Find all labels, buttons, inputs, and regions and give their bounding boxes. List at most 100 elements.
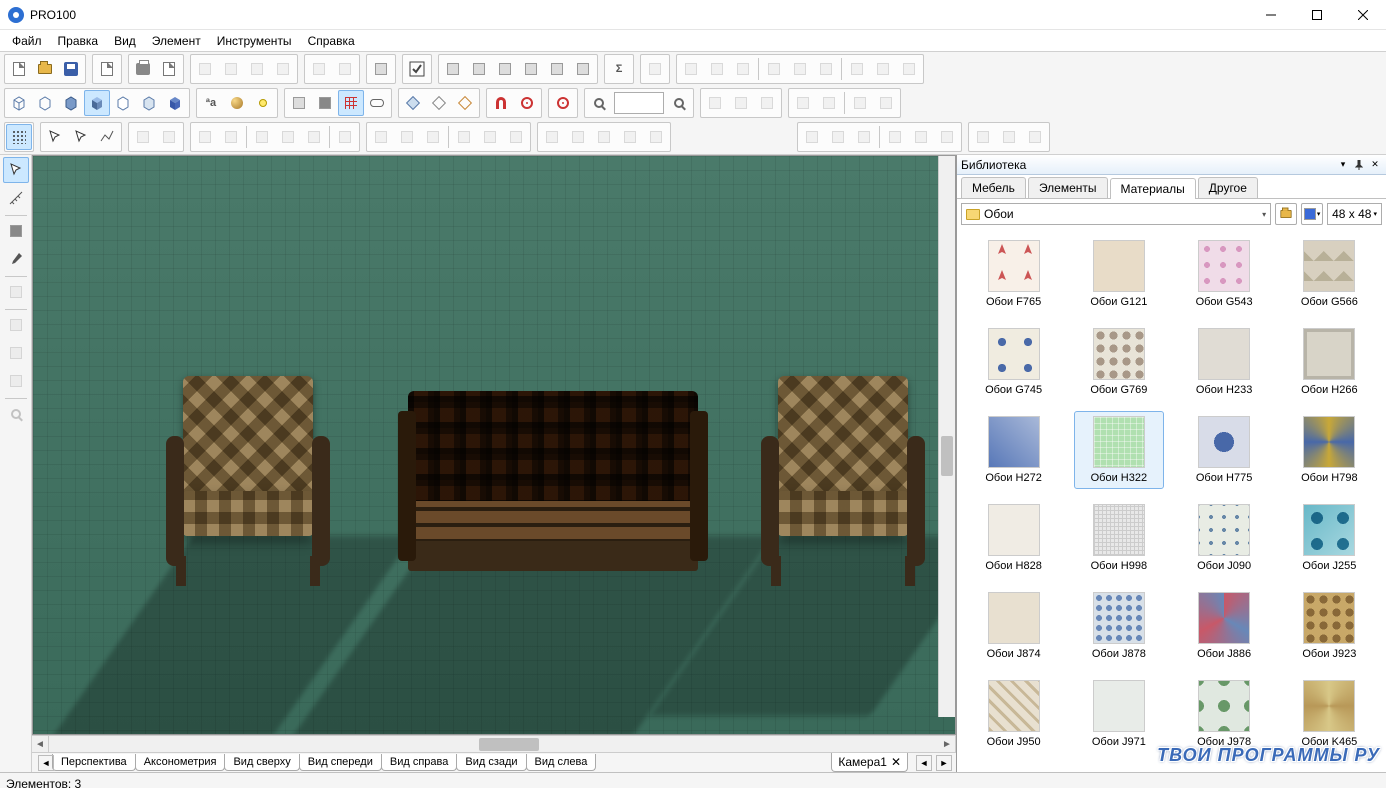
tab-top[interactable]: Вид сверху	[224, 754, 299, 771]
viewport[interactable]	[32, 155, 956, 735]
tab-nav-next[interactable]: ►	[936, 755, 952, 771]
toolbar-btn-i3[interactable]	[851, 124, 877, 150]
toolbar-btn-c1[interactable]	[286, 90, 312, 116]
armchair-left[interactable]	[158, 376, 338, 586]
material-item[interactable]: Обои J090	[1179, 499, 1269, 577]
copy-button[interactable]	[218, 56, 244, 82]
toolbar-btn-h3[interactable]	[591, 124, 617, 150]
toolbar-btn-h4[interactable]	[617, 124, 643, 150]
material-item[interactable]: Обои J923	[1284, 587, 1374, 665]
material-item[interactable]: Обои H233	[1179, 323, 1269, 401]
toolbar-btn-b3[interactable]	[492, 56, 518, 82]
open-file-button[interactable]	[32, 56, 58, 82]
tool-shape2[interactable]	[3, 312, 29, 338]
toolbar-btn-b1[interactable]	[440, 56, 466, 82]
toolbar-btn-d1[interactable]	[400, 90, 426, 116]
material-item[interactable]: Обои H828	[969, 499, 1059, 577]
tool-measure[interactable]	[3, 185, 29, 211]
rotate-right-button[interactable]	[218, 124, 244, 150]
toolbar-btn-j1[interactable]	[970, 124, 996, 150]
library-path-selector[interactable]: Обои ▾	[961, 203, 1271, 225]
view-wire-button[interactable]	[6, 90, 32, 116]
material-item[interactable]: Обои H322	[1074, 411, 1164, 489]
light-button[interactable]	[250, 90, 276, 116]
armchair-right[interactable]	[753, 376, 933, 586]
tab-nav-prev[interactable]: ◄	[916, 755, 932, 771]
toolbar-btn-f2[interactable]	[156, 124, 182, 150]
menu-file[interactable]: Файл	[4, 31, 50, 51]
snap-grid-button[interactable]	[6, 124, 32, 150]
select-button[interactable]	[42, 124, 68, 150]
material-item[interactable]: Обои K465	[1284, 675, 1374, 753]
align-front-button[interactable]	[844, 56, 870, 82]
grid-button[interactable]	[338, 90, 364, 116]
tab-axon[interactable]: Аксонометрия	[135, 754, 226, 771]
material-item[interactable]: Обои G566	[1284, 235, 1374, 313]
toolbar-btn-g4[interactable]	[451, 124, 477, 150]
scroll-left-button[interactable]: ◄	[32, 736, 49, 753]
material-button[interactable]	[224, 90, 250, 116]
view-flat-button[interactable]	[58, 90, 84, 116]
camera-tab-close[interactable]: ✕	[891, 755, 901, 769]
align-left-button[interactable]	[678, 56, 704, 82]
zoom-out-button[interactable]	[586, 90, 612, 116]
align-bottom-button[interactable]	[813, 56, 839, 82]
toolbar-btn-b4[interactable]	[518, 56, 544, 82]
tool-shape3[interactable]	[3, 340, 29, 366]
text-button[interactable]: ªa	[198, 90, 224, 116]
toolbar-btn-a1[interactable]	[368, 56, 394, 82]
visibility-button[interactable]	[364, 90, 390, 116]
material-item[interactable]: Обои G745	[969, 323, 1059, 401]
toolbar-btn-b6[interactable]	[570, 56, 596, 82]
material-item[interactable]: Обои H998	[1074, 499, 1164, 577]
new-file-button[interactable]	[6, 56, 32, 82]
toolbar-btn-j2[interactable]	[996, 124, 1022, 150]
rotate-up-button[interactable]	[249, 124, 275, 150]
align-middle-button[interactable]	[870, 56, 896, 82]
align-center-h-button[interactable]	[704, 56, 730, 82]
toolbar-btn-g2[interactable]	[394, 124, 420, 150]
properties-button[interactable]	[404, 56, 430, 82]
view-shaded-button[interactable]	[84, 90, 110, 116]
tab-nav-left[interactable]: ◄	[38, 755, 54, 771]
toolbar-btn-h1[interactable]	[539, 124, 565, 150]
material-item[interactable]: Обои H775	[1179, 411, 1269, 489]
toolbar-btn-i2[interactable]	[825, 124, 851, 150]
toolbar-btn-h5[interactable]	[643, 124, 669, 150]
material-item[interactable]: Обои H266	[1284, 323, 1374, 401]
material-item[interactable]: Обои G121	[1074, 235, 1164, 313]
tab-front[interactable]: Вид спереди	[299, 754, 382, 771]
tool-zoom[interactable]	[3, 401, 29, 427]
tool-eyedropper[interactable]	[3, 246, 29, 272]
move-button[interactable]	[275, 124, 301, 150]
toolbar-btn-e3[interactable]	[754, 90, 780, 116]
tab-camera[interactable]: Камера1 ✕	[831, 753, 908, 772]
toolbar-btn-d3[interactable]	[452, 90, 478, 116]
view-texture-button[interactable]	[110, 90, 136, 116]
toolbar-btn-e2[interactable]	[728, 90, 754, 116]
rotate-down-button[interactable]	[301, 124, 327, 150]
toolbar-btn-i6[interactable]	[934, 124, 960, 150]
material-item[interactable]: Обои J878	[1074, 587, 1164, 665]
toolbar-btn-b2[interactable]	[466, 56, 492, 82]
tab-back[interactable]: Вид сзади	[456, 754, 526, 771]
toolbar-btn-i1[interactable]	[799, 124, 825, 150]
export-button[interactable]	[94, 56, 120, 82]
save-file-button[interactable]	[58, 56, 84, 82]
library-view-button[interactable]: ▾	[1301, 203, 1323, 225]
lib-tab-elements[interactable]: Элементы	[1028, 177, 1108, 198]
tab-left[interactable]: Вид слева	[526, 754, 597, 771]
lib-tab-furniture[interactable]: Мебель	[961, 177, 1026, 198]
menu-tools[interactable]: Инструменты	[209, 31, 300, 51]
rotate-left-button[interactable]	[192, 124, 218, 150]
panel-close-button[interactable]: ✕	[1368, 158, 1382, 172]
toolbar-btn-d2[interactable]	[426, 90, 452, 116]
toolbar-btn-i4[interactable]	[882, 124, 908, 150]
material-item[interactable]: Обои J886	[1179, 587, 1269, 665]
panel-pin-button[interactable]	[1352, 158, 1366, 172]
snap-magnet-button[interactable]	[488, 90, 514, 116]
dim-h-button[interactable]	[790, 90, 816, 116]
undo-button[interactable]	[306, 56, 332, 82]
horizontal-scrollbar[interactable]	[49, 736, 939, 753]
tab-perspective[interactable]: Перспектива	[52, 754, 136, 771]
